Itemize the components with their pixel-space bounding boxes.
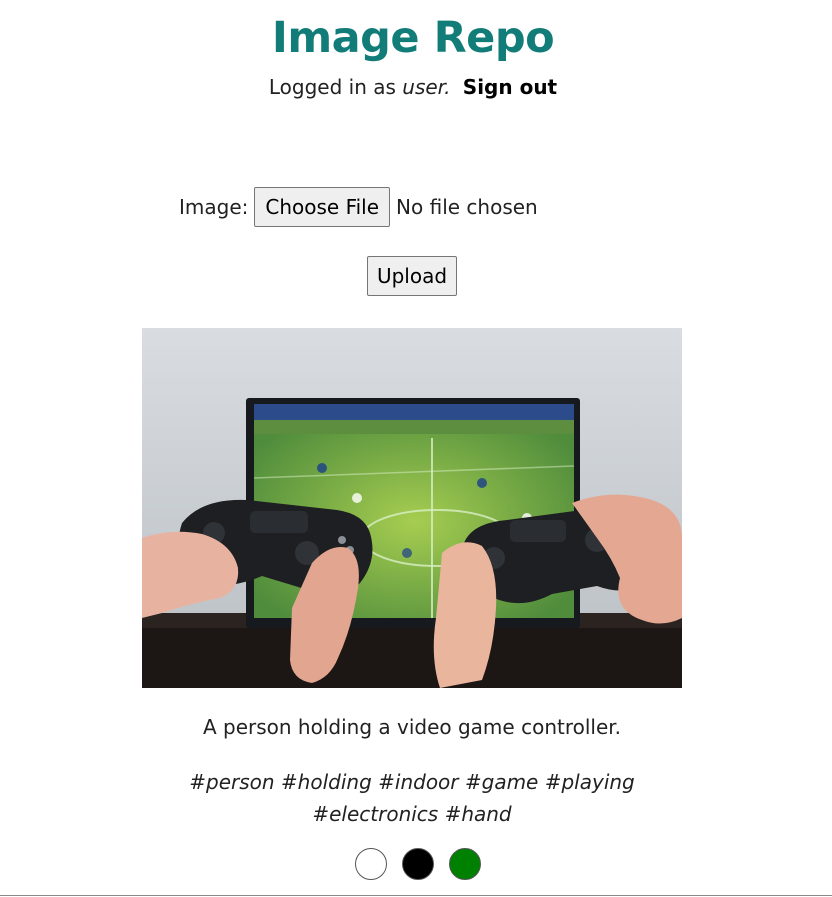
image-caption: A person holding a video game controller… [202,715,622,739]
color-swatch-2 [402,848,434,880]
username: user. [402,75,451,99]
page-title: Image Repo [271,13,555,63]
image-tags: #person #holding #indoor #game #playing … [189,770,635,826]
page-header: Image Repo Logged in as user. Sign out [0,0,826,100]
file-status: No file chosen [396,195,538,219]
uploaded-image [142,328,682,688]
bottom-divider [0,895,832,896]
image-label: Image: [179,195,249,219]
choose-file-button[interactable]: Choose File [254,187,391,227]
color-swatch-1 [355,848,387,880]
sign-out-link[interactable]: Sign out [463,75,557,99]
upload-button[interactable]: Upload [367,256,457,296]
logged-in-prefix: Logged in as [268,75,396,99]
color-swatches [355,848,481,880]
login-status: Logged in as user. Sign out [0,74,826,100]
color-swatch-3 [449,848,481,880]
image-file-row: Image: Choose File No file chosen [179,187,538,227]
